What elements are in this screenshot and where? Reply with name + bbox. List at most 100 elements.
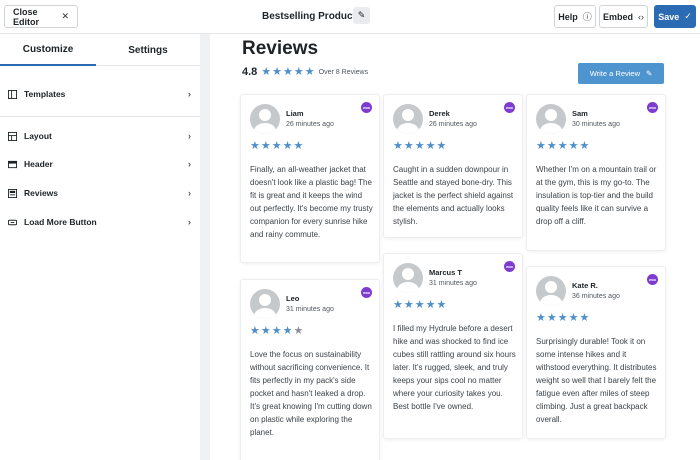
review-time: 31 minutes ago <box>286 306 334 313</box>
star-icon: ★ <box>293 140 304 152</box>
star-icon: ★ <box>425 299 436 311</box>
review-time: 30 minutes ago <box>572 121 620 128</box>
review-text: Caught in a sudden downpour in Seattle a… <box>393 165 514 226</box>
star-icon: ★ <box>393 140 403 152</box>
review-text: Whether I'm on a mountain trail or at th… <box>536 165 657 226</box>
write-review-button[interactable]: Write a Review ✎ <box>578 63 664 84</box>
star-icon: ★ <box>272 65 283 78</box>
close-editor-label: Close Editor <box>13 6 39 27</box>
layout-icon <box>8 131 17 141</box>
review-stars: ★ ★ ★ ★ ★ <box>536 141 589 152</box>
star-icon: ★ <box>304 65 315 78</box>
review-text: Love the focus on sustainability without… <box>250 350 372 437</box>
sidebar-item-layout[interactable]: Layout › <box>0 122 200 150</box>
help-label: Help <box>558 11 578 22</box>
sidebar-tabs: Customize Settings <box>0 34 200 66</box>
star-icon: ★ <box>282 140 293 152</box>
edit-title-button[interactable]: ✎ <box>353 7 370 24</box>
chevron-right-icon: › <box>188 159 191 169</box>
reviewer-name: Leo <box>286 294 300 303</box>
avatar <box>393 104 423 134</box>
sidebar-item-label: Reviews <box>24 188 59 198</box>
star-icon: ★ <box>536 140 546 152</box>
sidebar-item-templates[interactable]: Templates › <box>0 80 200 108</box>
review-text: Finally, an all-weather jacket that does… <box>250 165 373 239</box>
tab-customize[interactable]: Customize <box>0 34 96 66</box>
avatar <box>250 289 280 319</box>
review-time: 26 minutes ago <box>286 121 334 128</box>
sidebar-item-reviews[interactable]: Reviews › <box>0 179 200 207</box>
check-icon: ✓ <box>684 11 692 21</box>
summary-stars: ★ ★ ★ ★ ★ <box>261 65 315 78</box>
woocommerce-badge-icon: woo <box>647 274 658 285</box>
header-icon <box>8 160 17 168</box>
sidebar-divider <box>0 116 200 117</box>
sidebar-item-label: Header <box>24 159 53 169</box>
reviewer-name: Kate R. <box>572 281 598 290</box>
woocommerce-badge-icon: woo <box>647 102 658 113</box>
help-icon: ⓘ <box>582 12 592 22</box>
star-icon: ★ <box>293 65 304 78</box>
embed-button[interactable]: Embed ‹› <box>599 5 648 28</box>
woocommerce-badge-icon: woo <box>504 102 515 113</box>
woocommerce-badge-icon: woo <box>361 102 372 113</box>
reviews-icon <box>8 188 17 198</box>
avatar <box>250 104 280 134</box>
page-title: Bestselling Products <box>262 11 362 22</box>
star-icon: ★ <box>546 140 557 152</box>
reviewer-name: Liam <box>286 109 304 118</box>
sidebar-scroll-gutter <box>200 34 210 460</box>
reviewer-name: Derek <box>429 109 450 118</box>
star-icon: ★ <box>403 140 414 152</box>
star-icon: ★ <box>403 299 414 311</box>
chevron-right-icon: › <box>188 131 191 141</box>
sidebar-item-load-more-button[interactable]: Load More Button › <box>0 208 200 236</box>
code-icon: ‹› <box>638 11 645 22</box>
rating-summary: 4.8 ★ ★ ★ ★ ★ Over 8 Reviews <box>242 65 368 79</box>
review-count: Over 8 Reviews <box>318 68 369 76</box>
avatar <box>536 276 566 306</box>
tab-settings[interactable]: Settings <box>96 34 200 66</box>
review-stars: ★ ★ ★ ★ ★ <box>250 141 303 152</box>
star-icon: ★ <box>436 140 447 152</box>
star-icon: ★ <box>546 312 557 324</box>
star-icon: ★ <box>568 140 579 152</box>
woocommerce-badge-icon: woo <box>361 287 372 298</box>
sidebar-item-header[interactable]: Header › <box>0 150 200 178</box>
review-time: 36 minutes ago <box>572 293 620 300</box>
save-button[interactable]: Save ✓ <box>654 5 696 28</box>
close-icon: ✕ <box>61 11 69 21</box>
write-review-label: Write a Review <box>589 69 640 78</box>
reviewer-name: Sam <box>572 109 588 118</box>
review-card: Marcus T 31 minutes ago woo ★ ★ ★ ★ ★ I fill… <box>384 254 522 438</box>
sidebar-item-label: Layout <box>24 131 52 141</box>
review-time: 26 minutes ago <box>429 121 477 128</box>
star-icon: ★ <box>283 65 293 78</box>
reviews-heading: Reviews <box>242 38 319 59</box>
help-button[interactable]: Help ⓘ <box>554 5 596 28</box>
chevron-right-icon: › <box>188 217 191 227</box>
star-icon: ★ <box>579 140 590 152</box>
review-text: Surprisingly durable! Took it on some in… <box>536 337 657 424</box>
woocommerce-badge-icon: woo <box>504 261 515 272</box>
pencil-icon: ✎ <box>646 69 653 78</box>
sidebar-item-label: Templates <box>24 89 66 99</box>
close-editor-button[interactable]: Close Editor ✕ <box>4 5 78 28</box>
star-icon: ★ <box>414 299 425 311</box>
star-icon: ★ <box>260 140 271 152</box>
chevron-right-icon: › <box>188 89 191 99</box>
star-icon: ★ <box>260 325 271 337</box>
review-stars: ★ ★ ★ ★ ★ <box>536 313 589 324</box>
pencil-icon: ✎ <box>357 10 366 20</box>
star-icon: ★ <box>557 140 568 152</box>
templates-icon <box>8 89 17 99</box>
review-card: Derek 26 minutes ago woo ★ ★ ★ ★ ★ Caught in… <box>384 95 522 237</box>
avatar <box>393 263 423 293</box>
star-icon: ★ <box>250 140 260 152</box>
review-time: 31 minutes ago <box>429 280 477 287</box>
star-icon: ★ <box>271 140 282 152</box>
star-icon: ★ <box>282 325 293 337</box>
review-stars: ★ ★ ★ ★ ★ <box>393 300 446 311</box>
star-icon: ★ <box>557 312 568 324</box>
star-icon: ★ <box>250 325 260 337</box>
